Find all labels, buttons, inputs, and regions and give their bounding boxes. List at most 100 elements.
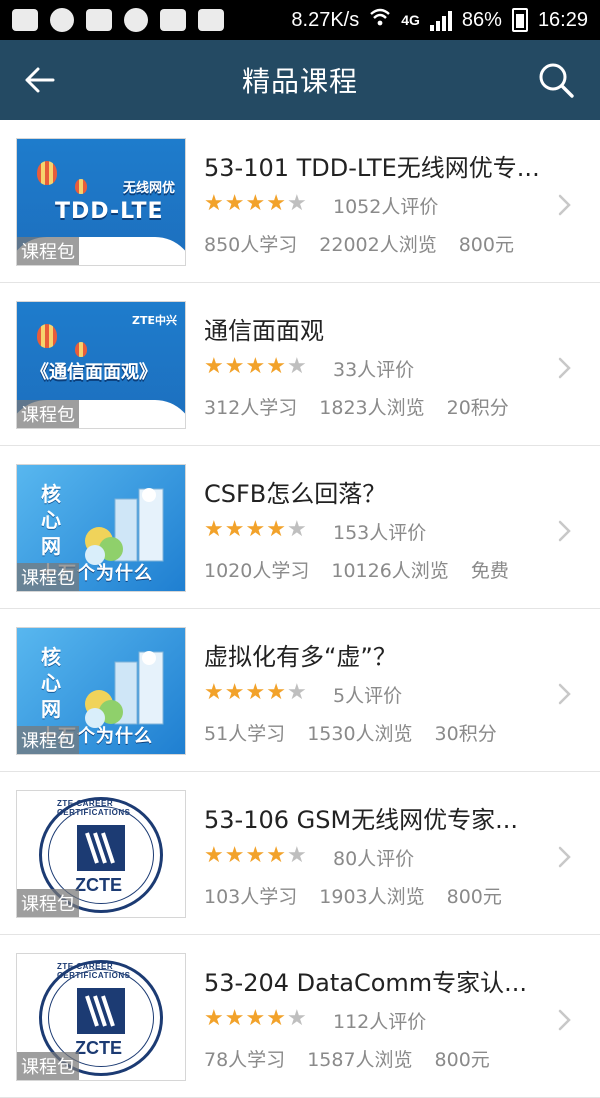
star-icon: ★ — [204, 354, 224, 379]
learner-count: 78人学习 — [204, 1049, 286, 1071]
chevron-right-icon — [558, 520, 571, 542]
battery-level: 86% — [461, 8, 502, 31]
net-speed: 8.27K/s — [291, 8, 360, 31]
star-icon: ★ — [204, 191, 224, 216]
course-price: 800元 — [434, 1049, 490, 1071]
view-count: 10126人浏览 — [331, 560, 449, 582]
course-meta: 1020人学习 10126人浏览 免费 — [204, 556, 509, 583]
learner-count: 103人学习 — [204, 886, 298, 908]
sim-icon — [198, 9, 224, 31]
thumbnail-subtitle: ZTE CAREER CERTIFICATIONS — [57, 962, 131, 980]
course-meta: 850人学习 22002人浏览 800元 — [204, 230, 514, 257]
star-icon: ★ — [245, 517, 266, 542]
view-count: 1587人浏览 — [307, 1049, 413, 1071]
star-rating: ★ ★ ★ ★ ★ — [204, 844, 307, 868]
course-item[interactable]: ZCTE ZTE CAREER CERTIFICATIONS 课程包 53-10… — [0, 772, 600, 935]
app-icon — [124, 8, 148, 32]
star-icon: ★ — [204, 843, 224, 868]
balloon-icon — [37, 161, 57, 185]
signal-icon — [429, 9, 452, 31]
star-icon: ★ — [266, 354, 286, 379]
clock: 16:29 — [537, 8, 588, 31]
search-icon — [539, 63, 574, 98]
star-icon: ★ — [245, 1006, 266, 1031]
star-icon: ★ — [286, 517, 307, 542]
star-icon: ★ — [224, 1006, 245, 1031]
thumbnail-title: 核心网 — [41, 645, 61, 721]
star-icon: ★ — [286, 1006, 307, 1031]
course-list: 无线网优 TDD-LTE 课程包 53-101 TDD-LTE无线网优专... … — [0, 120, 600, 1098]
star-icon: ★ — [204, 680, 224, 705]
course-thumbnail: 核心网 十万个为什么 课程包 — [16, 627, 186, 755]
back-button[interactable] — [18, 58, 62, 102]
course-package-badge: 课程包 — [17, 563, 79, 591]
course-meta: 312人学习 1823人浏览 20积分 — [204, 393, 509, 420]
view-count: 1530人浏览 — [307, 723, 413, 745]
course-package-badge: 课程包 — [17, 726, 79, 754]
view-count: 22002人浏览 — [319, 234, 437, 256]
rating-count: 153人评价 — [333, 522, 427, 544]
course-item[interactable]: 核心网 十万个为什么 课程包 CSFB怎么回落？ ★ ★ ★ ★ ★ 153人评价 10… — [0, 446, 600, 609]
app-bar: 精品课程 — [0, 40, 600, 120]
star-icon: ★ — [245, 843, 266, 868]
star-rating: ★ ★ ★ ★ ★ — [204, 1007, 307, 1031]
balloon-icon — [75, 179, 87, 194]
star-rating: ★ ★ ★ ★ ★ — [204, 355, 307, 379]
rating-count: 33人评价 — [333, 359, 415, 381]
zcte-logo-icon — [77, 988, 125, 1034]
course-item[interactable]: 核心网 十万个为什么 课程包 虚拟化有多“虚”？ ★ ★ ★ ★ ★ 5人评价 51人学… — [0, 609, 600, 772]
course-thumbnail: ZTE中兴 《通信面面观》 课程包 — [16, 301, 186, 429]
thumbnail-subtitle: ZTE中兴 — [132, 314, 177, 327]
message-icon — [12, 9, 38, 31]
star-icon: ★ — [224, 191, 245, 216]
cloud-icon — [86, 9, 112, 31]
star-icon: ★ — [266, 1006, 286, 1031]
course-item[interactable]: ZCTE ZTE CAREER CERTIFICATIONS 课程包 53-20… — [0, 935, 600, 1098]
status-bar: 8.27K/s 4G 86% 16:29 — [0, 0, 600, 40]
star-icon: ★ — [266, 517, 286, 542]
star-icon: ★ — [286, 191, 307, 216]
course-thumbnail: ZCTE ZTE CAREER CERTIFICATIONS 课程包 — [16, 953, 186, 1081]
course-meta: 51人学习 1530人浏览 30积分 — [204, 719, 497, 746]
course-item[interactable]: 无线网优 TDD-LTE 课程包 53-101 TDD-LTE无线网优专... … — [0, 120, 600, 283]
network-type: 4G — [401, 12, 420, 28]
star-icon: ★ — [245, 680, 266, 705]
rating-count: 80人评价 — [333, 848, 415, 870]
view-count: 1823人浏览 — [319, 397, 425, 419]
rating-count: 5人评价 — [333, 685, 403, 707]
course-title: 通信面面观 — [204, 317, 324, 345]
rating-count: 1052人评价 — [333, 196, 439, 218]
star-icon: ★ — [224, 680, 245, 705]
star-icon: ★ — [204, 517, 224, 542]
course-title: 虚拟化有多“虚”？ — [204, 643, 397, 671]
wifi-icon — [369, 7, 391, 33]
course-item[interactable]: ZTE中兴 《通信面面观》 课程包 通信面面观 ★ ★ ★ ★ ★ 33人评价 312人… — [0, 283, 600, 446]
course-thumbnail: 核心网 十万个为什么 课程包 — [16, 464, 186, 592]
learner-count: 1020人学习 — [204, 560, 310, 582]
course-title: 53-204 DataComm专家认... — [204, 969, 528, 997]
weather-icon — [160, 9, 186, 31]
course-price: 免费 — [470, 560, 509, 582]
course-meta: 103人学习 1903人浏览 800元 — [204, 882, 502, 909]
chevron-right-icon — [558, 1009, 571, 1031]
balloon-icon — [75, 342, 87, 357]
view-count: 1903人浏览 — [319, 886, 425, 908]
star-icon: ★ — [224, 843, 245, 868]
thumbnail-title: ZCTE — [75, 875, 122, 895]
chevron-right-icon — [558, 683, 571, 705]
star-icon: ★ — [286, 680, 307, 705]
course-meta: 78人学习 1587人浏览 800元 — [204, 1045, 490, 1072]
star-icon: ★ — [224, 354, 245, 379]
star-icon: ★ — [286, 354, 307, 379]
course-price: 800元 — [458, 234, 514, 256]
battery-icon — [511, 8, 528, 32]
star-icon: ★ — [266, 843, 286, 868]
rating-count: 112人评价 — [333, 1011, 427, 1033]
search-button[interactable] — [532, 56, 580, 104]
chevron-right-icon — [558, 357, 571, 379]
course-package-badge: 课程包 — [17, 1052, 79, 1080]
balloon-icon — [37, 324, 57, 348]
zcte-logo-icon — [77, 825, 125, 871]
course-thumbnail: ZCTE ZTE CAREER CERTIFICATIONS 课程包 — [16, 790, 186, 918]
course-thumbnail: 无线网优 TDD-LTE 课程包 — [16, 138, 186, 266]
